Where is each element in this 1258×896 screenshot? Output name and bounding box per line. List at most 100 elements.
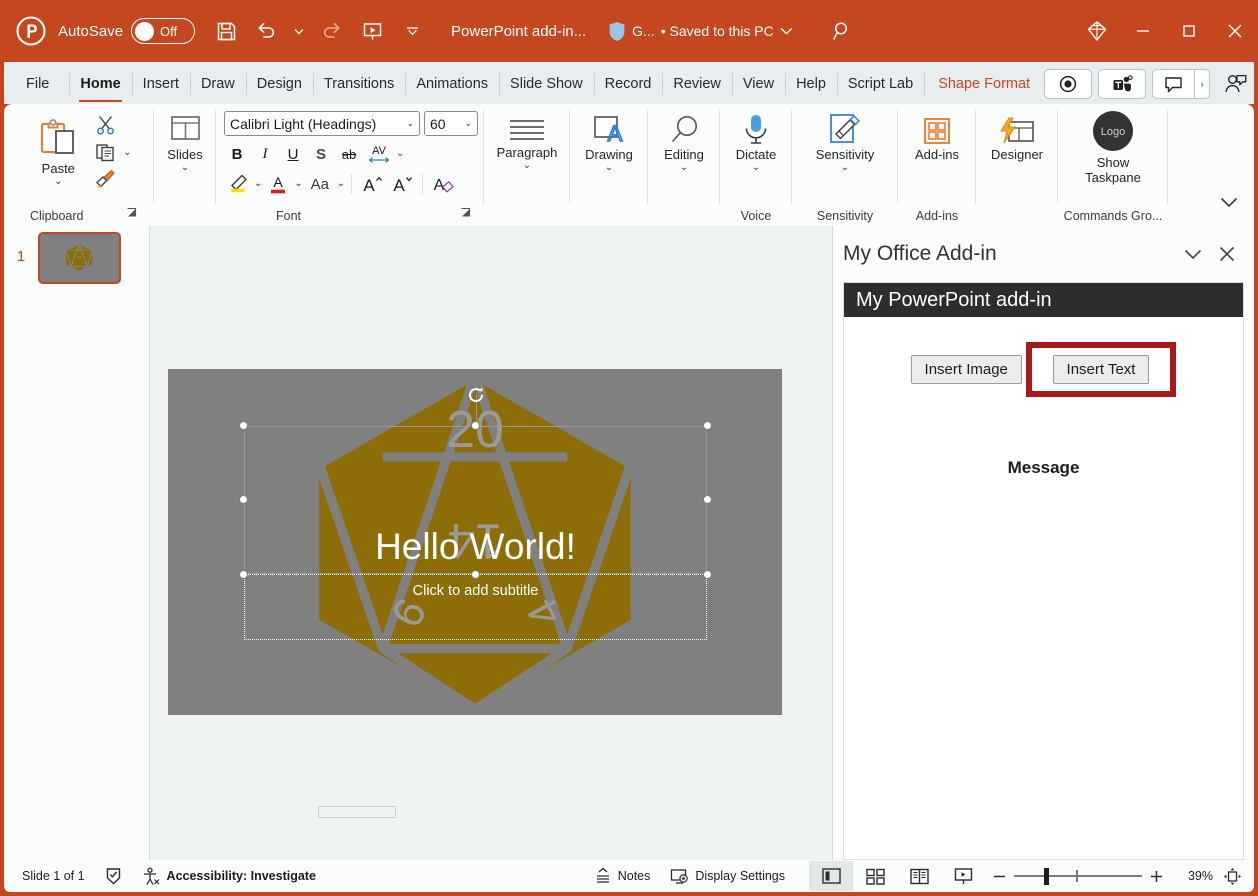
zoom-out-button[interactable] — [985, 860, 1014, 892]
taskpane-close-icon[interactable] — [1212, 239, 1242, 269]
font-color-chevron-down-icon[interactable]: ⌄ — [294, 179, 302, 189]
tab-review[interactable]: Review — [662, 64, 732, 104]
decrease-font-size-button[interactable]: A — [388, 171, 416, 197]
resize-handle-sw[interactable] — [239, 570, 248, 579]
tab-view[interactable]: View — [731, 64, 785, 104]
add-ins-button[interactable]: Add-ins — [915, 104, 959, 163]
insert-image-button[interactable]: Insert Image — [910, 355, 1022, 385]
font-dialog-launcher-icon[interactable] — [460, 207, 472, 222]
slide-show-view-icon[interactable] — [941, 861, 985, 891]
customize-qat-chevron-down-icon[interactable] — [402, 14, 422, 48]
slide-count[interactable]: Slide 1 of 1 — [4, 860, 95, 892]
document-title[interactable]: PowerPoint add-in... — [451, 23, 586, 40]
comments-chevron-right-icon[interactable]: › — [1194, 69, 1211, 99]
comments-icon[interactable] — [1152, 69, 1195, 99]
tab-shape-format[interactable]: Shape Format — [924, 64, 1044, 104]
resize-handle-s[interactable] — [470, 570, 480, 579]
rotate-handle-icon[interactable] — [467, 386, 485, 404]
undo-icon[interactable] — [249, 14, 283, 48]
taskpane-chevron-down-icon[interactable] — [1178, 239, 1208, 269]
font-name-input[interactable]: Calibri Light (Headings) ⌄ — [224, 111, 420, 136]
title-placeholder[interactable]: Hello World! — [239, 387, 712, 579]
tab-slide-show[interactable]: Slide Show — [499, 64, 594, 104]
cut-button[interactable] — [90, 114, 120, 138]
close-icon[interactable] — [1212, 0, 1258, 62]
tab-transitions[interactable]: Transitions — [312, 64, 405, 104]
display-settings-button[interactable]: Display Settings — [660, 860, 795, 892]
slides-button[interactable]: Slides ⌄ — [165, 104, 205, 173]
tab-animations[interactable]: Animations — [405, 64, 499, 104]
autosave-toggle[interactable]: Off — [131, 18, 196, 44]
slide-title-text[interactable]: Hello World! — [244, 527, 707, 568]
fit-slide-button[interactable] — [1213, 860, 1254, 892]
horizontal-scrollbar[interactable] — [318, 806, 396, 818]
clear-formatting-button[interactable]: A — [429, 171, 457, 197]
slide-thumbnail[interactable]: 20 14 9 4 — [38, 232, 121, 284]
font-color-button[interactable]: A — [264, 171, 292, 197]
font-size-chevron-down-icon[interactable]: ⌄ — [464, 118, 472, 129]
notes-button[interactable]: Notes — [584, 860, 661, 892]
paragraph-chevron-down-icon[interactable]: ⌄ — [523, 160, 531, 171]
redo-icon[interactable] — [315, 14, 349, 48]
underline-button[interactable]: U — [280, 141, 306, 167]
maximize-icon[interactable] — [1166, 0, 1212, 62]
share-person-icon[interactable] — [1216, 69, 1256, 99]
save-status-chevron-down-icon[interactable] — [780, 27, 793, 35]
character-spacing-button[interactable]: AV — [364, 141, 394, 167]
resize-handle-e[interactable] — [703, 495, 712, 504]
font-size-input[interactable]: 60 ⌄ — [424, 111, 478, 136]
italic-button[interactable]: I — [252, 141, 278, 167]
zoom-level[interactable]: 39% — [1171, 869, 1213, 883]
subtitle-placeholder[interactable]: Click to add subtitle — [244, 574, 707, 640]
show-taskpane-button[interactable]: Logo Show Taskpane — [1085, 104, 1141, 186]
normal-view-icon[interactable] — [809, 861, 853, 891]
font-name-chevron-down-icon[interactable]: ⌄ — [406, 118, 414, 129]
designer-button[interactable]: Designer — [991, 104, 1043, 163]
tab-insert[interactable]: Insert — [131, 64, 190, 104]
change-case-button[interactable]: Aa — [305, 171, 335, 197]
diamond-icon[interactable] — [1074, 0, 1120, 62]
tab-script-lab[interactable]: Script Lab — [836, 64, 924, 104]
insert-text-button[interactable]: Insert Text — [1052, 355, 1150, 385]
slides-chevron-down-icon[interactable]: ⌄ — [181, 162, 189, 173]
dictate-button[interactable]: Dictate ⌄ — [736, 104, 776, 173]
change-case-chevron-down-icon[interactable]: ⌄ — [337, 179, 345, 189]
tab-file[interactable]: File — [4, 64, 69, 104]
paragraph-button[interactable]: Paragraph ⌄ — [497, 104, 557, 171]
slide-surface[interactable]: 20 14 9 4 Click to add subtitle Hello Wo… — [168, 369, 782, 715]
slide-editing-canvas[interactable]: 20 14 9 4 Click to add subtitle Hello Wo… — [150, 226, 832, 860]
format-painter-button[interactable] — [90, 168, 120, 192]
character-spacing-chevron-down-icon[interactable]: ⌄ — [396, 149, 404, 159]
accessibility-status[interactable]: Accessibility: Investigate — [132, 860, 326, 892]
tab-record[interactable]: Record — [593, 64, 663, 104]
undo-chevron-down-icon[interactable] — [289, 14, 309, 48]
copy-button[interactable] — [90, 141, 120, 165]
paste-chevron-down-icon[interactable]: ⌄ — [54, 176, 62, 187]
zoom-slider-thumb[interactable] — [1044, 868, 1049, 885]
clipboard-dialog-launcher-icon[interactable] — [126, 207, 138, 222]
tab-home[interactable]: Home — [69, 64, 131, 104]
tab-draw[interactable]: Draw — [189, 64, 246, 104]
teams-icon[interactable] — [1098, 69, 1147, 99]
editing-chevron-down-icon[interactable]: ⌄ — [680, 162, 688, 173]
sensitivity-button[interactable]: Sensitivity ⌄ — [816, 104, 874, 173]
comments-button[interactable]: › — [1152, 69, 1211, 99]
search-icon[interactable] — [825, 14, 859, 48]
record-button-icon[interactable] — [1044, 69, 1093, 99]
slide-thumbnail-item[interactable]: 1 20 14 9 4 — [4, 226, 149, 284]
dictate-chevron-down-icon[interactable]: ⌄ — [752, 162, 760, 173]
drawing-button[interactable]: A Drawing ⌄ — [585, 104, 633, 173]
text-shadow-button[interactable]: S — [308, 141, 334, 167]
save-icon[interactable] — [209, 14, 243, 48]
strikethrough-button[interactable]: ab — [336, 141, 362, 167]
sensitivity-chevron-down-icon[interactable]: ⌄ — [841, 162, 849, 173]
highlight-chevron-down-icon[interactable]: ⌄ — [254, 179, 262, 189]
spellcheck-button[interactable] — [95, 860, 132, 892]
copy-chevron-down-icon[interactable]: ⌄ — [123, 147, 131, 158]
increase-font-size-button[interactable]: A — [358, 171, 386, 197]
editing-button[interactable]: Editing ⌄ — [664, 104, 704, 173]
collapse-ribbon-button[interactable] — [1220, 104, 1254, 211]
zoom-in-button[interactable] — [1142, 860, 1171, 892]
text-highlight-button[interactable] — [224, 171, 252, 197]
drawing-chevron-down-icon[interactable]: ⌄ — [605, 162, 613, 173]
